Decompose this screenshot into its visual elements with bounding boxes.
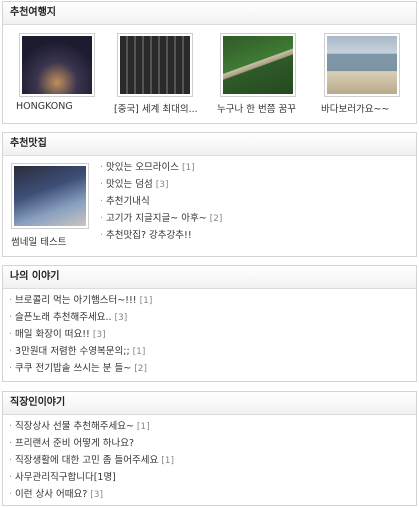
- list-item-title[interactable]: 사무관리직구합니다[1명]: [15, 472, 116, 483]
- thumbnail-caption[interactable]: 누구나 한 번쯤 꿈꾸: [217, 101, 313, 115]
- list-item-title[interactable]: 추천맛집? 강추강추!!: [106, 230, 192, 241]
- list-item[interactable]: · 매일 화장이 떠요!! [3]: [9, 326, 416, 343]
- my-story-section: 나의 이야기 · 브로콜리 먹는 아기햄스터~!!! [1] · 슬픈노래 추천해주세…: [2, 265, 417, 382]
- list-item-title[interactable]: 맛있는 덤섬: [106, 179, 153, 190]
- list-item[interactable]: · 고기가 지글지글~ 아후~ [2]: [100, 210, 222, 227]
- list-item[interactable]: · 프리랜서 준비 어떻게 하나요?: [9, 435, 416, 452]
- list-item[interactable]: · 사무관리직구합니다[1명]: [9, 469, 416, 486]
- work-list: · 직장상사 선물 추천해주세요~ [1] · 프리랜서 준비 어떻게 하나요? · 직…: [3, 415, 416, 503]
- coastline-photo[interactable]: [327, 36, 397, 94]
- comment-count: [1]: [139, 296, 153, 306]
- travel-section: 추천여행지 HONGKONG [중국] 세계 최대의... 누구나 한 번쯤 꿈…: [2, 1, 417, 124]
- list-item-title[interactable]: 고기가 지글지글~ 아후~: [106, 213, 207, 224]
- section-title: 추천여행지: [3, 2, 416, 25]
- thumbnail-item[interactable]: 썸네일 테스트: [11, 163, 91, 248]
- list-item-title[interactable]: 직장생활에 대한 고민 좀 들어주세요: [15, 455, 158, 466]
- thumbnail-frame[interactable]: [220, 33, 296, 97]
- list-item-title[interactable]: 추천기내식: [106, 196, 150, 207]
- comment-count: [3]: [155, 180, 169, 190]
- list-item-title[interactable]: 직장상사 선물 추천해주세요~: [15, 421, 134, 432]
- thumbnail-frame[interactable]: [11, 163, 89, 229]
- story-list: · 브로콜리 먹는 아기햄스터~!!! [1] · 슬픈노래 추천해주세요.. [3] …: [3, 289, 416, 377]
- list-item[interactable]: · 직장생활에 대한 고민 좀 들어주세요 [1]: [9, 452, 416, 469]
- list-item[interactable]: · 슬픈노래 추천해주세요.. [3]: [9, 309, 416, 326]
- comment-count: [1]: [161, 456, 174, 466]
- comment-count: [3]: [92, 330, 106, 340]
- list-item[interactable]: · 3만원대 저렴한 수영복문의;; [1]: [9, 343, 416, 360]
- comment-count: [1]: [132, 347, 146, 357]
- list-item[interactable]: · 이런 상사 어때요? [3]: [9, 486, 416, 503]
- comment-count: [2]: [134, 364, 147, 374]
- comment-count: [2]: [209, 214, 223, 224]
- restaurant-list: · 맛있는 오므라이스 [1] · 맛있는 덤섬 [3] · 추천기내식 · 고기가 지글지…: [100, 159, 222, 244]
- list-item-title[interactable]: 매일 화장이 떠요!!: [15, 329, 90, 340]
- thumbnail-frame[interactable]: [19, 33, 95, 97]
- list-item-title[interactable]: 이런 상사 어때요?: [15, 489, 87, 500]
- list-item-title[interactable]: 프리랜서 준비 어떻게 하나요?: [15, 438, 134, 449]
- list-item-title[interactable]: 3만원대 저렴한 수영복문의;;: [15, 346, 130, 357]
- list-item[interactable]: · 브로콜리 먹는 아기햄스터~!!! [1]: [9, 292, 416, 309]
- thumbnail-caption[interactable]: 바다보러가요~~: [321, 101, 417, 115]
- section-title: 추천맛집: [3, 133, 416, 156]
- candles-photo[interactable]: [120, 36, 190, 94]
- list-item[interactable]: · 쿠쿠 전기밥솥 쓰시는 분 들~ [2]: [9, 360, 416, 377]
- thumbnail-item[interactable]: 바다보러가요~~: [321, 33, 417, 115]
- list-item[interactable]: · 추천기내식: [100, 193, 222, 210]
- comment-count: [3]: [90, 490, 104, 500]
- night-city-photo[interactable]: [22, 36, 92, 94]
- thumbnail-row: HONGKONG [중국] 세계 최대의... 누구나 한 번쯤 꿈꾸 바다보러…: [3, 25, 416, 123]
- list-item-title[interactable]: 맛있는 오므라이스: [106, 162, 179, 173]
- list-item-title[interactable]: 쿠쿠 전기밥솥 쓰시는 분 들~: [15, 363, 131, 374]
- thumbnail-item[interactable]: [중국] 세계 최대의...: [114, 33, 210, 115]
- list-item[interactable]: · 맛있는 오므라이스 [1]: [100, 159, 222, 176]
- dusk-sky-photo[interactable]: [14, 166, 86, 226]
- thumbnail-caption[interactable]: 썸네일 테스트: [11, 234, 91, 248]
- thumbnail-caption[interactable]: [중국] 세계 최대의...: [114, 101, 210, 115]
- restaurant-section: 추천맛집 썸네일 테스트 · 맛있는 오므라이스 [1] · 맛있는 덤섬 [3] · 추…: [2, 132, 417, 257]
- list-item[interactable]: · 직장상사 선물 추천해주세요~ [1]: [9, 418, 416, 435]
- list-item[interactable]: · 추천맛집? 강추강추!!: [100, 227, 222, 244]
- list-item-title[interactable]: 브로콜리 먹는 아기햄스터~!!!: [15, 295, 137, 306]
- thumbnail-item[interactable]: HONGKONG: [16, 33, 112, 112]
- list-item-title[interactable]: 슬픈노래 추천해주세요..: [15, 312, 111, 323]
- list-item[interactable]: · 맛있는 덤섬 [3]: [100, 176, 222, 193]
- section-title: 나의 이야기: [3, 266, 416, 289]
- thumbnail-caption[interactable]: HONGKONG: [16, 101, 112, 112]
- tree-branch-photo[interactable]: [223, 36, 293, 94]
- comment-count: [1]: [181, 163, 195, 173]
- thumbnail-frame[interactable]: [117, 33, 193, 97]
- thumbnail-item[interactable]: 누구나 한 번쯤 꿈꾸: [217, 33, 313, 115]
- work-story-section: 직장인이야기 · 직장상사 선물 추천해주세요~ [1] · 프리랜서 준비 어떻게 …: [2, 391, 417, 506]
- thumbnail-frame[interactable]: [324, 33, 400, 97]
- comment-count: [3]: [114, 313, 128, 323]
- section-title: 직장인이야기: [3, 392, 416, 415]
- comment-count: [1]: [136, 422, 150, 432]
